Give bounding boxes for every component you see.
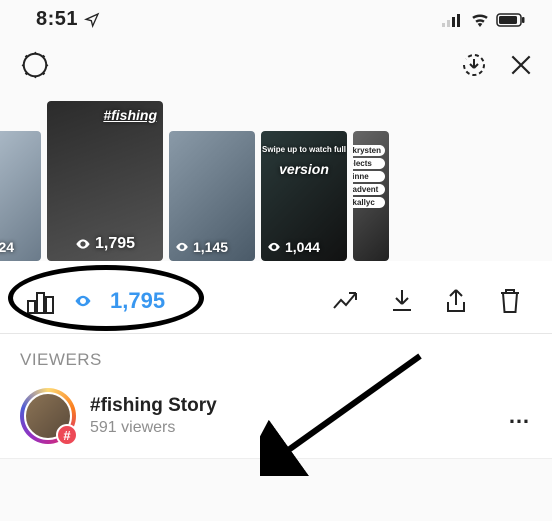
story-tag: selects <box>353 158 385 169</box>
story-view-count: 1,145 <box>193 239 228 255</box>
more-options-icon[interactable]: … <box>508 403 532 429</box>
story-swipe-text: Swipe up to watch full <box>261 145 347 154</box>
status-icons <box>442 13 526 27</box>
story-tag-stack: @krysten selects Winne @advent @kallyc <box>353 145 385 210</box>
viewer-list-item[interactable]: # #fishing Story 591 viewers … <box>0 378 552 459</box>
hashtag-badge-icon: # <box>56 424 78 446</box>
close-icon[interactable] <box>508 52 534 78</box>
stories-strip[interactable]: 1,624 #fishing 1,795 1,145 Swipe up to w… <box>0 91 552 261</box>
battery-icon <box>496 13 526 27</box>
story-view-count: 1,624 <box>0 239 14 255</box>
story-view-count: 1,795 <box>95 235 135 253</box>
eye-icon <box>175 240 189 254</box>
eye-icon <box>267 240 281 254</box>
story-tag: @kallyc <box>353 197 385 208</box>
story-view-count-large[interactable]: 1,795 <box>110 288 165 314</box>
viewers-header: VIEWERS <box>0 334 552 378</box>
insights-chart-icon[interactable] <box>26 287 56 315</box>
story-tag: @advent <box>353 184 385 195</box>
share-icon[interactable] <box>444 287 468 315</box>
eye-icon-blue <box>74 292 92 310</box>
avatar: # <box>20 388 76 444</box>
story-top-actions <box>0 35 552 91</box>
ellipsis-label: … <box>508 403 532 428</box>
story-thumbnail-selected[interactable]: #fishing 1,795 <box>47 101 163 261</box>
status-bar: 8:51 <box>0 0 552 35</box>
eye-icon <box>75 236 91 252</box>
status-time: 8:51 <box>36 8 78 31</box>
story-thumbnail[interactable]: Swipe up to watch full version 1,044 <box>261 131 347 261</box>
story-overlay-text: #fishing <box>103 107 157 123</box>
story-tag: Winne <box>353 171 385 182</box>
story-version-text: version <box>261 161 347 177</box>
story-thumbnail[interactable]: 1,145 <box>169 131 255 261</box>
insights-arrow-icon[interactable] <box>332 290 360 312</box>
story-view-count: 1,044 <box>285 239 320 255</box>
location-arrow-icon <box>84 12 100 28</box>
save-download-icon[interactable] <box>458 49 490 81</box>
story-thumbnail[interactable]: @krysten selects Winne @advent @kallyc <box>353 131 389 261</box>
viewer-name: #fishing Story <box>90 395 494 417</box>
wifi-icon <box>470 13 490 27</box>
cellular-signal-icon <box>442 13 464 27</box>
story-stats-row: 1,795 <box>0 261 552 334</box>
gear-icon[interactable] <box>20 50 50 80</box>
story-thumbnail[interactable]: 1,624 <box>0 131 41 261</box>
status-time-area: 8:51 <box>36 8 100 31</box>
download-icon[interactable] <box>390 288 414 314</box>
story-tag: @krysten <box>353 145 385 156</box>
trash-icon[interactable] <box>498 287 522 315</box>
viewer-subtext: 591 viewers <box>90 419 494 437</box>
